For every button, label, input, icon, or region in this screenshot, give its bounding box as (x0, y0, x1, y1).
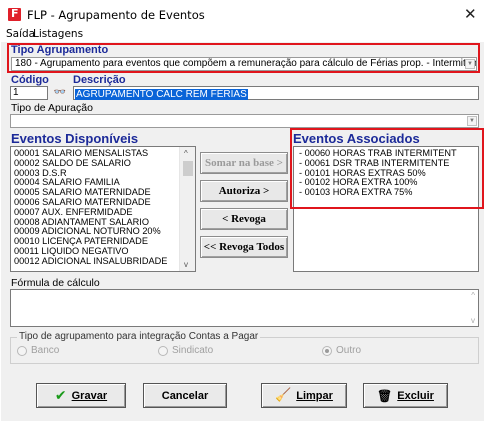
radio-banco-label: Banco (31, 345, 60, 356)
descricao-value: AGRUPAMENTO CALC REM FERIAS (75, 89, 248, 100)
chevron-down-icon[interactable]: v (184, 260, 188, 269)
limpar-label: Limpar (296, 389, 333, 402)
eventos-disponiveis-list[interactable]: 00001 SALARIO MENSALISTAS 00002 SALDO DE … (10, 146, 196, 272)
radio-sindicato[interactable] (158, 346, 168, 356)
revoga-todos-label: << Revoga Todos (203, 241, 285, 253)
scrollbar[interactable]: ^ v (179, 147, 195, 271)
radio-outro[interactable] (322, 346, 332, 356)
revoga-todos-button[interactable]: << Revoga Todos (200, 236, 288, 258)
scrollbar-thumb[interactable] (183, 161, 193, 176)
revoga-label: < Revoga (222, 213, 266, 225)
trash-icon: 🗑 (377, 388, 393, 403)
list-item[interactable]: - 00103 HORA EXTRA 75% (296, 187, 476, 198)
descricao-label: Descrição (73, 74, 126, 86)
cancelar-button[interactable]: Cancelar (143, 383, 227, 408)
gravar-label: Gravar (71, 389, 108, 402)
window-title: FLP - Agrupamento de Eventos (27, 8, 205, 22)
eventos-associados-items: - 00060 HORAS TRAB INTERMITENT - 00061 DS… (296, 148, 476, 198)
binoculars-icon[interactable]: 👓 (53, 86, 67, 100)
tipo-agrupamento-value: 180 - Agrupamento para eventos que compõ… (15, 58, 477, 69)
revoga-button[interactable]: < Revoga (200, 208, 288, 230)
cancelar-label: Cancelar (161, 389, 209, 402)
chevron-up-icon[interactable]: ^ (471, 291, 475, 300)
tipo-integracao-label: Tipo de agrupamento para integração Cont… (17, 331, 261, 342)
list-item[interactable]: 00012 ADICIONAL INSALUBRIDADE (11, 256, 195, 267)
menu-saida[interactable]: Saída (6, 28, 35, 40)
app-icon: F (8, 7, 21, 21)
tipo-apuracao-label: Tipo de Apuração (11, 102, 93, 114)
excluir-label: Excluir (397, 389, 434, 402)
check-icon: ✔ (54, 387, 67, 404)
gravar-button[interactable]: ✔ Gravar (36, 383, 126, 408)
descricao-input[interactable]: AGRUPAMENTO CALC REM FERIAS (73, 86, 479, 100)
radio-sindicato-label: Sindicato (172, 345, 214, 356)
codigo-label: Código (11, 74, 49, 86)
autoriza-button[interactable]: Autoriza > (200, 180, 288, 202)
excluir-button[interactable]: 🗑 Excluir (363, 383, 448, 408)
chevron-down-icon[interactable]: v (471, 316, 475, 325)
close-icon[interactable]: ✕ (464, 5, 477, 23)
broom-icon: 🧹 (275, 388, 292, 403)
tipo-apuracao-select[interactable]: ▼ (10, 114, 479, 128)
formula-label: Fórmula de cálculo (11, 277, 100, 289)
codigo-input[interactable]: 1 (10, 86, 48, 100)
radio-banco[interactable] (17, 346, 27, 356)
tipo-agrupamento-label: Tipo Agrupamento (11, 44, 109, 56)
somar-na-base-button[interactable]: Somar na base > (200, 152, 288, 174)
formula-textarea[interactable]: ^ v (10, 289, 479, 327)
autoriza-label: Autoriza > (218, 185, 270, 197)
chevron-up-icon[interactable]: ^ (184, 149, 188, 158)
chevron-down-icon[interactable]: ▼ (465, 59, 475, 69)
radio-outro-label: Outro (336, 345, 362, 356)
eventos-associados-label: Eventos Associados (293, 131, 420, 146)
tipo-agrupamento-select[interactable]: 180 - Agrupamento para eventos que compõ… (11, 57, 477, 71)
menu-listagens[interactable]: Listagens (33, 28, 83, 40)
limpar-button[interactable]: 🧹 Limpar (261, 383, 347, 408)
chevron-down-icon[interactable]: ▼ (467, 116, 477, 126)
eventos-disponiveis-label: Eventos Disponíveis (11, 131, 139, 146)
